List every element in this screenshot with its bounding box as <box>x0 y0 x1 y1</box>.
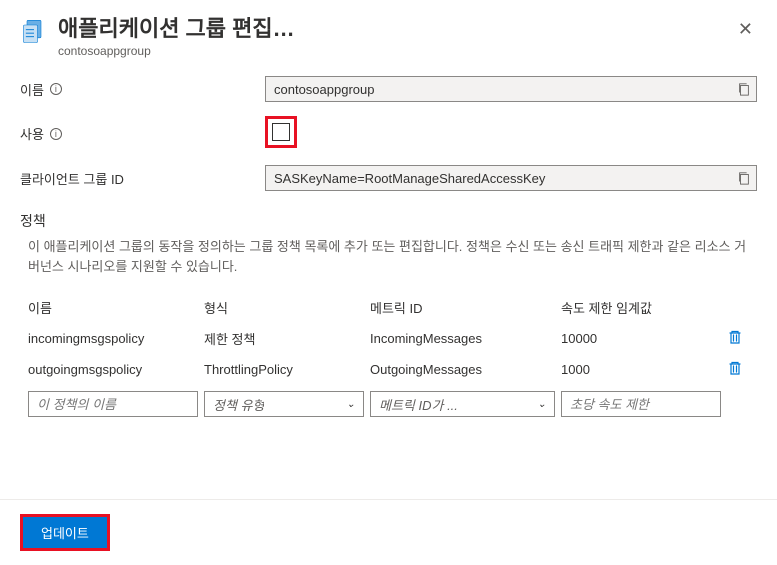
label-name-text: 이름 <box>20 80 44 99</box>
new-policy-metric-select[interactable]: 메트릭 ID가 ... ⌄ <box>370 391 555 417</box>
panel-subtitle: contosoappgroup <box>58 44 295 58</box>
select-placeholder: 메트릭 ID가 ... <box>379 395 458 414</box>
enabled-highlight <box>265 116 297 148</box>
panel-title: 애플리케이션 그룹 편집… <box>58 16 295 42</box>
name-input-wrap <box>265 76 757 102</box>
client-group-input-wrap <box>265 165 757 191</box>
control-enabled <box>265 116 757 151</box>
col-metric: 메트릭 ID <box>370 298 555 317</box>
panel-header: 애플리케이션 그룹 편집… contosoappgroup ✕ <box>0 0 777 66</box>
enabled-checkbox[interactable] <box>272 123 290 141</box>
info-icon[interactable]: i <box>50 83 62 95</box>
label-name: 이름 i <box>20 80 265 99</box>
copy-icon[interactable] <box>737 171 751 185</box>
title-block: 애플리케이션 그룹 편집… contosoappgroup <box>58 16 295 58</box>
cell-threshold: 1000 <box>561 362 721 377</box>
close-icon[interactable]: ✕ <box>734 16 757 42</box>
form-area: 이름 i 사용 i 클라이언트 그룹 ID <box>0 66 777 423</box>
document-copy-icon <box>20 18 48 46</box>
policy-header-row: 이름 형식 메트릭 ID 속도 제한 임계값 <box>20 292 757 323</box>
new-policy-type-select[interactable]: 정책 유형 ⌄ <box>204 391 364 417</box>
control-client-group <box>265 165 757 191</box>
col-threshold: 속도 제한 임계값 <box>561 298 721 317</box>
policy-row: outgoingmsgspolicy ThrottlingPolicy Outg… <box>20 354 757 385</box>
row-enabled: 사용 i <box>20 116 757 151</box>
update-button[interactable]: 업데이트 <box>23 517 107 548</box>
name-input[interactable] <box>265 76 757 102</box>
cell-name: incomingmsgspolicy <box>28 331 198 346</box>
policy-new-row: 정책 유형 ⌄ 메트릭 ID가 ... ⌄ <box>20 385 757 423</box>
cell-delete <box>727 360 757 379</box>
control-name <box>265 76 757 102</box>
col-name: 이름 <box>28 298 198 317</box>
client-group-input[interactable] <box>265 165 757 191</box>
cell-threshold: 10000 <box>561 331 721 346</box>
chevron-down-icon: ⌄ <box>347 399 355 410</box>
new-policy-name-input[interactable] <box>28 391 198 417</box>
update-highlight: 업데이트 <box>20 514 110 551</box>
trash-icon[interactable] <box>727 360 743 376</box>
copy-icon[interactable] <box>737 82 751 96</box>
trash-icon[interactable] <box>727 329 743 345</box>
row-name: 이름 i <box>20 76 757 102</box>
select-placeholder: 정책 유형 <box>213 395 264 414</box>
policies-title: 정책 <box>20 211 757 231</box>
cell-metric: OutgoingMessages <box>370 362 555 377</box>
cell-metric: IncomingMessages <box>370 331 555 346</box>
label-enabled-text: 사용 <box>20 124 44 143</box>
label-client-group-text: 클라이언트 그룹 ID <box>20 169 124 188</box>
policies-description: 이 애플리케이션 그룹의 동작을 정의하는 그룹 정책 목록에 추가 또는 편집… <box>20 237 757 276</box>
panel-footer: 업데이트 <box>0 499 777 565</box>
header-left: 애플리케이션 그룹 편집… contosoappgroup <box>20 16 295 58</box>
chevron-down-icon: ⌄ <box>538 399 546 410</box>
cell-name: outgoingmsgspolicy <box>28 362 198 377</box>
cell-type: 제한 정책 <box>204 329 364 348</box>
policy-row: incomingmsgspolicy 제한 정책 IncomingMessage… <box>20 323 757 354</box>
cell-delete <box>727 329 757 348</box>
label-enabled: 사용 i <box>20 124 265 143</box>
info-icon[interactable]: i <box>50 128 62 140</box>
col-type: 형식 <box>204 298 364 317</box>
new-policy-threshold-input[interactable] <box>561 391 721 417</box>
cell-type: ThrottlingPolicy <box>204 362 364 377</box>
label-client-group: 클라이언트 그룹 ID <box>20 169 265 188</box>
policy-table: 이름 형식 메트릭 ID 속도 제한 임계값 incomingmsgspolic… <box>20 292 757 423</box>
row-client-group: 클라이언트 그룹 ID <box>20 165 757 191</box>
